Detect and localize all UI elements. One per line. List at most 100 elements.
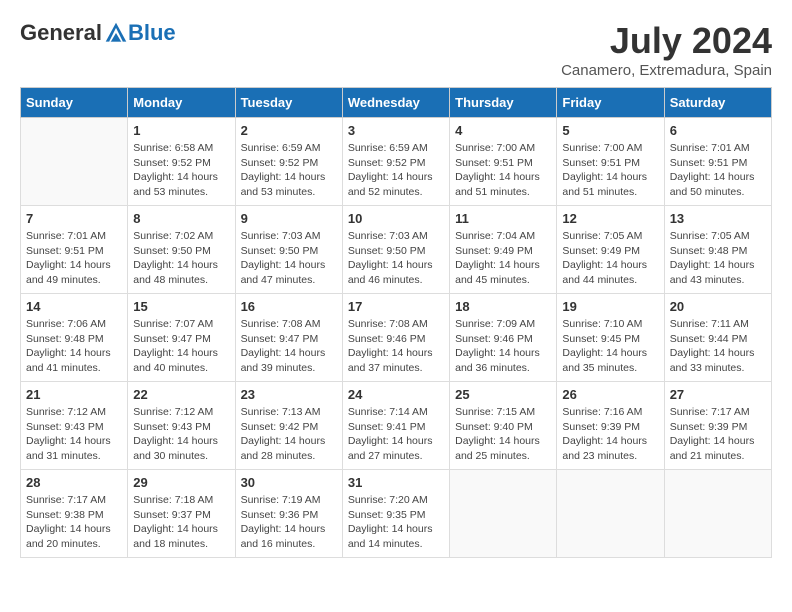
calendar-cell: 16Sunrise: 7:08 AM Sunset: 9:47 PM Dayli…: [235, 294, 342, 382]
day-number: 3: [348, 123, 444, 138]
calendar-cell: 21 Sunrise: 7:12 AM Sunset: 9:43 PM Dayli…: [21, 382, 128, 470]
cell-info: Sunrise: 7:13 AM Sunset: 9:42 PM Dayligh…: [241, 405, 337, 464]
day-number: 7: [26, 211, 122, 226]
calendar-cell: 4 Sunrise: 7:00 AM Sunset: 9:51 PM Daylig…: [450, 118, 557, 206]
cell-info: Sunrise: 7:16 AM Sunset: 9:39 PM Dayligh…: [562, 405, 658, 464]
calendar-week-row: 1Sunrise: 6:58 AM Sunset: 9:52 PM Daylig…: [21, 118, 772, 206]
day-number: 24: [348, 387, 444, 402]
cell-info: Sunrise: 7:10 AM Sunset: 9:45 PM Dayligh…: [562, 317, 658, 376]
day-number: 28: [26, 475, 122, 490]
calendar-cell: 10Sunrise: 7:03 AM Sunset: 9:50 PM Dayli…: [342, 206, 449, 294]
weekday-header: Tuesday: [235, 88, 342, 118]
calendar-cell: [450, 470, 557, 558]
day-number: 16: [241, 299, 337, 314]
weekday-header: Friday: [557, 88, 664, 118]
calendar-cell: 9 Sunrise: 7:03 AM Sunset: 9:50 PM Daylig…: [235, 206, 342, 294]
day-number: 8: [133, 211, 229, 226]
calendar-cell: 25 Sunrise: 7:15 AM Sunset: 9:40 PM Dayli…: [450, 382, 557, 470]
day-number: 19: [562, 299, 658, 314]
calendar-cell: 1Sunrise: 6:58 AM Sunset: 9:52 PM Daylig…: [128, 118, 235, 206]
logo-blue: Blue: [128, 20, 176, 46]
cell-info: Sunrise: 7:17 AM Sunset: 9:39 PM Dayligh…: [670, 405, 766, 464]
day-number: 15: [133, 299, 229, 314]
calendar-cell: 29Sunrise: 7:18 AM Sunset: 9:37 PM Dayli…: [128, 470, 235, 558]
calendar-cell: 19 Sunrise: 7:10 AM Sunset: 9:45 PM Dayli…: [557, 294, 664, 382]
day-number: 9: [241, 211, 337, 226]
logo: General Blue: [20, 20, 176, 46]
calendar-cell: 6 Sunrise: 7:01 AM Sunset: 9:51 PM Daylig…: [664, 118, 771, 206]
cell-info: Sunrise: 7:08 AM Sunset: 9:46 PM Dayligh…: [348, 317, 444, 376]
weekday-header: Wednesday: [342, 88, 449, 118]
day-number: 14: [26, 299, 122, 314]
calendar-cell: [21, 118, 128, 206]
logo-icon: [104, 21, 128, 45]
calendar-cell: 8 Sunrise: 7:02 AM Sunset: 9:50 PM Daylig…: [128, 206, 235, 294]
calendar-cell: 30 Sunrise: 7:19 AM Sunset: 9:36 PM Dayli…: [235, 470, 342, 558]
calendar-cell: 7 Sunrise: 7:01 AM Sunset: 9:51 PM Daylig…: [21, 206, 128, 294]
cell-info: Sunrise: 7:20 AM Sunset: 9:35 PM Dayligh…: [348, 493, 444, 552]
day-number: 31: [348, 475, 444, 490]
calendar-cell: 31 Sunrise: 7:20 AM Sunset: 9:35 PM Dayli…: [342, 470, 449, 558]
calendar-week-row: 28 Sunrise: 7:17 AM Sunset: 9:38 PM Dayli…: [21, 470, 772, 558]
calendar-cell: 13Sunrise: 7:05 AM Sunset: 9:48 PM Dayli…: [664, 206, 771, 294]
calendar-cell: 12 Sunrise: 7:05 AM Sunset: 9:49 PM Dayli…: [557, 206, 664, 294]
calendar-week-row: 21 Sunrise: 7:12 AM Sunset: 9:43 PM Dayli…: [21, 382, 772, 470]
cell-info: Sunrise: 7:07 AM Sunset: 9:47 PM Dayligh…: [133, 317, 229, 376]
cell-info: Sunrise: 7:17 AM Sunset: 9:38 PM Dayligh…: [26, 493, 122, 552]
weekday-header: Saturday: [664, 88, 771, 118]
calendar-table: SundayMondayTuesdayWednesdayThursdayFrid…: [20, 87, 772, 558]
weekday-header: Thursday: [450, 88, 557, 118]
day-number: 4: [455, 123, 551, 138]
day-number: 21: [26, 387, 122, 402]
cell-info: Sunrise: 7:09 AM Sunset: 9:46 PM Dayligh…: [455, 317, 551, 376]
calendar-cell: 24Sunrise: 7:14 AM Sunset: 9:41 PM Dayli…: [342, 382, 449, 470]
day-number: 5: [562, 123, 658, 138]
calendar-cell: 23 Sunrise: 7:13 AM Sunset: 9:42 PM Dayli…: [235, 382, 342, 470]
weekday-header-row: SundayMondayTuesdayWednesdayThursdayFrid…: [21, 88, 772, 118]
cell-info: Sunrise: 7:06 AM Sunset: 9:48 PM Dayligh…: [26, 317, 122, 376]
day-number: 18: [455, 299, 551, 314]
day-number: 20: [670, 299, 766, 314]
cell-info: Sunrise: 6:59 AM Sunset: 9:52 PM Dayligh…: [348, 141, 444, 200]
cell-info: Sunrise: 7:00 AM Sunset: 9:51 PM Dayligh…: [562, 141, 658, 200]
day-number: 17: [348, 299, 444, 314]
calendar-cell: 17 Sunrise: 7:08 AM Sunset: 9:46 PM Dayli…: [342, 294, 449, 382]
calendar-cell: 2Sunrise: 6:59 AM Sunset: 9:52 PM Daylig…: [235, 118, 342, 206]
day-number: 23: [241, 387, 337, 402]
cell-info: Sunrise: 7:01 AM Sunset: 9:51 PM Dayligh…: [26, 229, 122, 288]
cell-info: Sunrise: 6:58 AM Sunset: 9:52 PM Dayligh…: [133, 141, 229, 200]
calendar-cell: 28 Sunrise: 7:17 AM Sunset: 9:38 PM Dayli…: [21, 470, 128, 558]
logo-general: General: [20, 20, 102, 46]
calendar-cell: 18 Sunrise: 7:09 AM Sunset: 9:46 PM Dayli…: [450, 294, 557, 382]
calendar-week-row: 7 Sunrise: 7:01 AM Sunset: 9:51 PM Daylig…: [21, 206, 772, 294]
calendar-cell: 26Sunrise: 7:16 AM Sunset: 9:39 PM Dayli…: [557, 382, 664, 470]
cell-info: Sunrise: 7:12 AM Sunset: 9:43 PM Dayligh…: [26, 405, 122, 464]
cell-info: Sunrise: 7:19 AM Sunset: 9:36 PM Dayligh…: [241, 493, 337, 552]
cell-info: Sunrise: 7:01 AM Sunset: 9:51 PM Dayligh…: [670, 141, 766, 200]
day-number: 10: [348, 211, 444, 226]
calendar-cell: 5 Sunrise: 7:00 AM Sunset: 9:51 PM Daylig…: [557, 118, 664, 206]
cell-info: Sunrise: 7:12 AM Sunset: 9:43 PM Dayligh…: [133, 405, 229, 464]
day-number: 25: [455, 387, 551, 402]
calendar-cell: [664, 470, 771, 558]
cell-info: Sunrise: 7:04 AM Sunset: 9:49 PM Dayligh…: [455, 229, 551, 288]
calendar-cell: 15 Sunrise: 7:07 AM Sunset: 9:47 PM Dayli…: [128, 294, 235, 382]
cell-info: Sunrise: 7:05 AM Sunset: 9:48 PM Dayligh…: [670, 229, 766, 288]
day-number: 22: [133, 387, 229, 402]
cell-info: Sunrise: 7:03 AM Sunset: 9:50 PM Dayligh…: [241, 229, 337, 288]
day-number: 12: [562, 211, 658, 226]
day-number: 2: [241, 123, 337, 138]
calendar-cell: 14 Sunrise: 7:06 AM Sunset: 9:48 PM Dayli…: [21, 294, 128, 382]
cell-info: Sunrise: 7:18 AM Sunset: 9:37 PM Dayligh…: [133, 493, 229, 552]
calendar-cell: 20Sunrise: 7:11 AM Sunset: 9:44 PM Dayli…: [664, 294, 771, 382]
calendar-cell: 27Sunrise: 7:17 AM Sunset: 9:39 PM Dayli…: [664, 382, 771, 470]
day-number: 6: [670, 123, 766, 138]
location: Canamero, Extremadura, Spain: [561, 62, 772, 79]
day-number: 30: [241, 475, 337, 490]
cell-info: Sunrise: 7:15 AM Sunset: 9:40 PM Dayligh…: [455, 405, 551, 464]
weekday-header: Sunday: [21, 88, 128, 118]
cell-info: Sunrise: 7:00 AM Sunset: 9:51 PM Dayligh…: [455, 141, 551, 200]
cell-info: Sunrise: 7:02 AM Sunset: 9:50 PM Dayligh…: [133, 229, 229, 288]
month-year: July 2024: [561, 20, 772, 62]
cell-info: Sunrise: 7:05 AM Sunset: 9:49 PM Dayligh…: [562, 229, 658, 288]
